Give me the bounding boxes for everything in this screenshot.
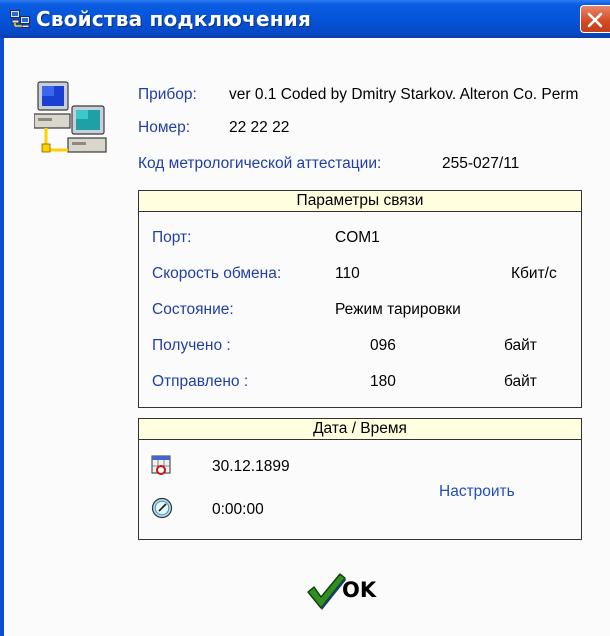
device-value: ver 0.1 Coded by Dmitry Starkov. Alteron… [229,86,579,103]
port-value: COM1 [335,229,380,246]
configure-link[interactable]: Настроить [439,483,515,501]
clock-icon[interactable] [151,497,173,519]
comm-params-title: Параметры связи [139,191,581,212]
datetime-title: Дата / Время [139,419,581,440]
ok-button[interactable]: OK [304,570,400,612]
certification-value: 255-027/11 [442,155,520,172]
certification-label: Код метрологической аттестации: [138,155,382,172]
window-left-border [0,38,4,636]
state-label: Состояние: [152,301,234,318]
computers-icon [34,81,107,153]
sent-label: Отправлено : [152,373,249,390]
speed-label: Скорость обмена: [152,265,282,282]
received-label: Получено : [152,337,231,354]
datetime-group: Дата / Время [138,418,582,540]
time-value: 0:00:00 [212,501,264,518]
ok-label: OK [342,578,377,602]
sent-value: 180 [370,373,396,390]
state-value: Режим тарировки [335,301,461,318]
received-unit: байт [504,337,537,354]
sent-unit: байт [504,373,537,390]
speed-value: 110 [335,265,360,282]
window-title: Свойства подключения [36,7,311,31]
close-icon [587,12,603,28]
received-value: 096 [370,337,396,354]
connection-properties-window: Свойства подключения Прибор: ver 0.1 Cod… [0,0,610,636]
device-label: Прибор: [138,86,197,103]
port-label: Порт: [152,229,192,246]
close-button[interactable] [580,5,610,33]
title-bar[interactable]: Свойства подключения [0,0,610,38]
number-label: Номер: [138,119,191,136]
date-value: 30.12.1899 [212,458,290,475]
number-value: 22 22 22 [229,119,290,136]
calendar-icon[interactable] [151,454,171,476]
network-icon [10,10,30,28]
speed-unit: Кбит/с [511,265,557,282]
